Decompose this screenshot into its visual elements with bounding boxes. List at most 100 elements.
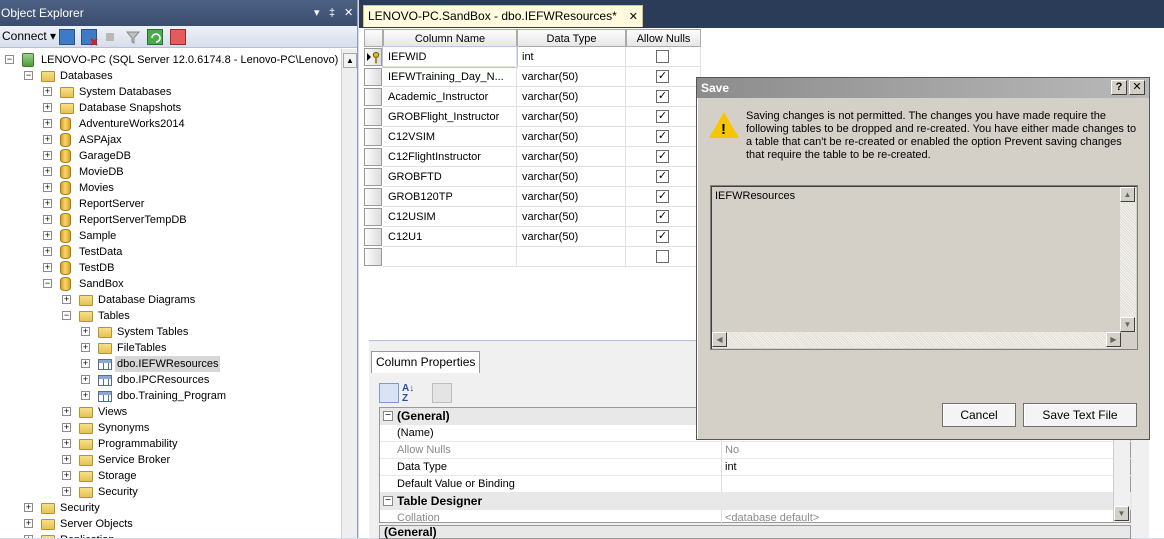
data-type-cell[interactable]: int: [517, 47, 626, 67]
tree-node-label[interactable]: Replication: [58, 532, 116, 538]
expand-icon[interactable]: +: [62, 439, 71, 448]
tree-vertical-scrollbar[interactable]: ▲: [341, 49, 357, 538]
expand-icon[interactable]: +: [43, 87, 52, 96]
tree-node-label[interactable]: ASPAjax: [77, 132, 124, 148]
tree-node[interactable]: + dbo.Training_Program: [0, 388, 340, 404]
expand-icon[interactable]: +: [81, 343, 90, 352]
tree-node-label[interactable]: dbo.IEFWResources: [115, 356, 221, 372]
tree-node-label[interactable]: TestData: [77, 244, 124, 260]
collapse-icon[interactable]: −: [62, 311, 71, 320]
tree-node[interactable]: + GarageDB: [0, 148, 340, 164]
tree-node-label[interactable]: Movies: [77, 180, 116, 196]
tree-node-label[interactable]: Security: [58, 500, 102, 516]
tree-node[interactable]: + Sample: [0, 228, 340, 244]
allow-nulls-checkbox[interactable]: ✓: [656, 110, 669, 123]
allow-nulls-checkbox[interactable]: ✓: [656, 90, 669, 103]
connect-dropdown-button[interactable]: Connect ▾: [2, 29, 56, 43]
tree-node[interactable]: + Synonyms: [0, 420, 340, 436]
expand-icon[interactable]: +: [81, 359, 90, 368]
tree-node-label[interactable]: dbo.Training_Program: [115, 388, 228, 404]
tree-node[interactable]: + System Tables: [0, 324, 340, 340]
allow-nulls-checkbox[interactable]: ✓: [656, 130, 669, 143]
list-vertical-scrollbar[interactable]: ▲ ▼: [1120, 187, 1136, 332]
tree-node[interactable]: + TestDB: [0, 260, 340, 276]
tree-node[interactable]: + Storage: [0, 468, 340, 484]
tree-node-label[interactable]: System Tables: [115, 324, 190, 340]
list-horizontal-scrollbar[interactable]: ◀ ▶: [712, 332, 1121, 348]
property-value[interactable]: int: [725, 459, 737, 476]
affected-tables-list[interactable]: IEFWResources ▲ ▼ ◀ ▶: [710, 185, 1138, 350]
expand-icon[interactable]: +: [43, 231, 52, 240]
activity-monitor-icon[interactable]: [170, 29, 186, 45]
scroll-right-icon[interactable]: ▶: [1106, 332, 1121, 347]
tree-node-label[interactable]: Sample: [77, 228, 118, 244]
allow-nulls-checkbox[interactable]: ✓: [656, 230, 669, 243]
data-type-cell[interactable]: [517, 247, 626, 267]
row-selector[interactable]: [364, 108, 382, 126]
column-name-cell[interactable]: IEFWTraining_Day_N...: [383, 67, 517, 87]
tree-node[interactable]: + Security: [0, 500, 340, 516]
row-selector[interactable]: [364, 168, 382, 186]
tree-node-label[interactable]: Service Broker: [96, 452, 172, 468]
allow-nulls-checkbox[interactable]: ✓: [656, 190, 669, 203]
property-row[interactable]: Default Value or Binding: [380, 476, 1132, 493]
expand-icon[interactable]: +: [62, 471, 71, 480]
tree-node[interactable]: + Database Snapshots: [0, 100, 340, 116]
tree-node-label[interactable]: Security: [96, 484, 140, 500]
tree-node[interactable]: + Views: [0, 404, 340, 420]
column-name-cell[interactable]: C12FlightInstructor: [383, 147, 517, 167]
tree-node[interactable]: + Server Objects: [0, 516, 340, 532]
tree-node[interactable]: − Databases: [0, 68, 340, 84]
save-text-file-button[interactable]: Save Text File: [1023, 403, 1137, 427]
window-position-icon[interactable]: ▾: [314, 0, 320, 26]
column-name-cell[interactable]: C12U1: [383, 227, 517, 247]
expand-icon[interactable]: +: [43, 215, 52, 224]
allow-nulls-checkbox[interactable]: [656, 50, 669, 63]
categorized-icon[interactable]: [379, 383, 399, 403]
expand-icon[interactable]: +: [43, 183, 52, 192]
property-category[interactable]: − Table Designer: [380, 493, 1132, 510]
expand-icon[interactable]: +: [43, 119, 52, 128]
property-value[interactable]: No: [725, 442, 739, 459]
collapse-icon[interactable]: −: [383, 411, 393, 421]
tree-node[interactable]: + dbo.IEFWResources: [0, 356, 340, 372]
tree-node[interactable]: + System Databases: [0, 84, 340, 100]
refresh-icon[interactable]: [147, 29, 163, 45]
column-name-cell[interactable]: [383, 247, 517, 267]
column-name-cell[interactable]: GROBFTD: [383, 167, 517, 187]
row-selector[interactable]: [364, 228, 382, 246]
data-type-cell[interactable]: varchar(50): [517, 147, 626, 167]
scroll-down-icon[interactable]: ▼: [1120, 317, 1135, 332]
tree-node-label[interactable]: Tables: [96, 308, 132, 324]
expand-icon[interactable]: +: [81, 327, 90, 336]
tree-node[interactable]: − Tables: [0, 308, 340, 324]
tree-node-label[interactable]: GarageDB: [77, 148, 133, 164]
property-pages-icon[interactable]: [432, 383, 452, 403]
tree-node[interactable]: + ReportServer: [0, 196, 340, 212]
tree-node[interactable]: + Security: [0, 484, 340, 500]
collapse-icon[interactable]: −: [24, 71, 33, 80]
tab-column-properties[interactable]: Column Properties: [371, 351, 481, 373]
scroll-left-icon[interactable]: ◀: [712, 332, 727, 347]
row-selector[interactable]: [364, 88, 382, 106]
tree-node[interactable]: + Movies: [0, 180, 340, 196]
row-selector[interactable]: [364, 188, 382, 206]
property-row[interactable]: Data Type int: [380, 459, 1132, 476]
expand-icon[interactable]: +: [43, 199, 52, 208]
row-selector[interactable]: [364, 48, 382, 66]
close-icon[interactable]: ✕: [344, 0, 353, 26]
data-type-cell[interactable]: varchar(50): [517, 167, 626, 187]
tree-node[interactable]: +Replication: [0, 532, 340, 538]
tree-node[interactable]: + Programmability: [0, 436, 340, 452]
alphabetical-sort-icon[interactable]: A↓ Z: [401, 383, 421, 404]
dialog-close-icon[interactable]: ✕: [1129, 80, 1145, 95]
connect-server-icon[interactable]: [59, 29, 75, 45]
tree-node-label[interactable]: TestDB: [77, 260, 116, 276]
tree-node-label[interactable]: AdventureWorks2014: [77, 116, 187, 132]
tree-node-label[interactable]: MovieDB: [77, 164, 126, 180]
tree-node-label[interactable]: Database Diagrams: [96, 292, 197, 308]
row-selector[interactable]: [364, 68, 382, 86]
row-selector[interactable]: [364, 148, 382, 166]
expand-icon[interactable]: +: [43, 135, 52, 144]
row-selector[interactable]: [364, 248, 382, 266]
